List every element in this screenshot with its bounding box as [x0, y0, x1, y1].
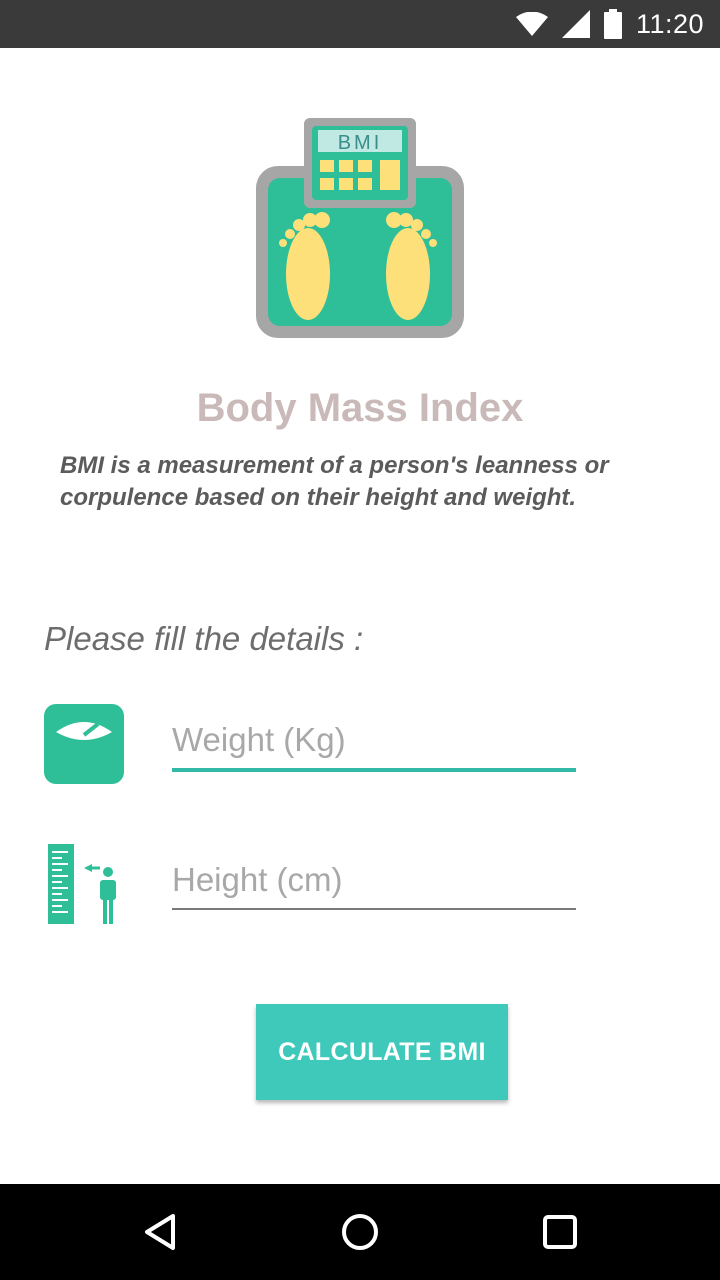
- calculate-bmi-button[interactable]: CALCULATE BMI: [256, 1004, 508, 1100]
- navigation-bar: [0, 1184, 720, 1280]
- page-title: Body Mass Index: [196, 386, 524, 430]
- weight-input[interactable]: [172, 712, 576, 768]
- back-button[interactable]: [132, 1204, 188, 1260]
- wifi-icon: [515, 12, 548, 36]
- fill-details-label: Please fill the details :: [44, 620, 364, 657]
- recents-icon: [543, 1215, 577, 1249]
- height-measure-icon: [48, 844, 116, 924]
- signal-icon: [561, 10, 590, 38]
- recents-button[interactable]: [532, 1204, 588, 1260]
- clock-time: 11:20: [635, 8, 704, 39]
- back-icon: [145, 1214, 175, 1250]
- battery-icon: [603, 9, 622, 39]
- bmi-description: BMI is a measurement of a person's leann…: [60, 452, 609, 511]
- weighing-scale-icon: [44, 704, 124, 784]
- bmi-scale-logo: BMI: [256, 118, 464, 338]
- height-input[interactable]: [172, 852, 576, 908]
- height-field-container: [172, 852, 576, 910]
- weight-field-container: [172, 712, 576, 772]
- home-button[interactable]: [332, 1204, 388, 1260]
- home-icon: [342, 1214, 378, 1250]
- status-bar: 11:20: [0, 0, 720, 48]
- logo-text: BMI: [338, 132, 383, 154]
